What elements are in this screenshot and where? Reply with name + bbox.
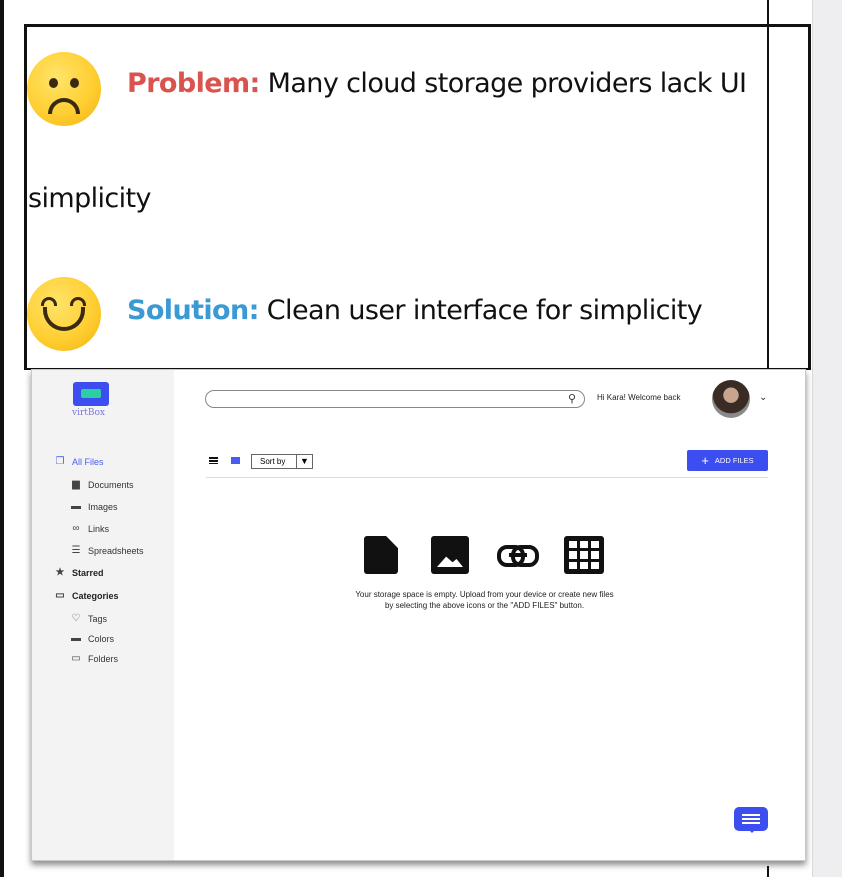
sidebar-item-label: Starred	[72, 567, 104, 578]
problem-label: Problem:	[127, 68, 260, 99]
search-input[interactable]: ⚲	[205, 390, 585, 408]
list-view-icon[interactable]	[209, 457, 218, 464]
sidebar-item-documents[interactable]: ▆ Documents	[70, 479, 134, 490]
empty-state-line-2: by selecting the above icons or the "ADD…	[384, 601, 585, 610]
sidebar-item-tags[interactable]: ♡ Tags	[70, 613, 108, 624]
plus-icon: +	[701, 453, 709, 468]
sidebar-item-all-files[interactable]: ❐ All Files	[54, 456, 104, 467]
page-top-divider	[767, 0, 769, 26]
sidebar-item-label: Folders	[88, 653, 119, 664]
sidebar-item-label: Documents	[88, 479, 134, 490]
solution-label: Solution:	[127, 295, 259, 326]
spreadsheet-icon: ☰	[71, 545, 81, 556]
solution-statement: Solution: Clean user interface for simpl…	[127, 295, 703, 326]
sidebar-item-label: All Files	[72, 456, 104, 467]
sidebar-item-links[interactable]: ∞ Links	[70, 523, 109, 534]
chat-icon[interactable]	[734, 807, 768, 833]
sort-by-label: Sort by	[260, 457, 286, 466]
sidebar-item-label: Categories	[72, 590, 119, 601]
document-icon[interactable]	[364, 536, 398, 574]
avatar[interactable]	[712, 380, 750, 418]
sidebar-item-label: Spreadsheets	[88, 545, 144, 556]
page-left-border	[0, 0, 4, 877]
toolbar-divider	[206, 477, 768, 478]
right-gutter	[812, 0, 842, 877]
palette-icon: ▬	[71, 633, 81, 644]
sidebar-item-colors[interactable]: ▬ Colors	[70, 633, 114, 644]
virtbox-logo-icon[interactable]	[73, 382, 109, 406]
sort-by-select[interactable]: Sort by ▼	[251, 454, 313, 469]
sidebar-item-label: Tags	[88, 613, 108, 624]
search-icon[interactable]: ⚲	[568, 392, 576, 405]
chevron-down-icon[interactable]: ⌄	[759, 392, 767, 403]
link-icon: ∞	[72, 523, 80, 534]
spreadsheet-icon[interactable]	[564, 536, 604, 574]
folder-icon: ▭	[71, 653, 81, 664]
sidebar-item-starred[interactable]: ★ Starred	[54, 567, 104, 578]
add-files-label: ADD FILES	[714, 456, 754, 465]
tag-icon: ♡	[71, 613, 81, 624]
sidebar-item-folders[interactable]: ▭ Folders	[70, 653, 118, 664]
problem-statement: Problem: Many cloud storage providers la…	[127, 68, 747, 99]
sidebar-item-label: Links	[88, 523, 110, 534]
logo-text: virtBox	[72, 408, 105, 418]
empty-state-line-1: Your storage space is empty. Upload from…	[355, 590, 614, 599]
category-icon: ▭	[55, 590, 65, 601]
image-icon[interactable]	[431, 536, 469, 574]
sad-face-icon	[27, 52, 101, 126]
sidebar: virtBox ❐ All Files ▆ Documents ▬ Images ∞ L…	[32, 370, 174, 860]
problem-text: Many cloud storage providers lack UI	[259, 68, 747, 99]
sidebar-item-categories[interactable]: ▭ Categories	[54, 590, 119, 601]
image-icon: ▬	[71, 501, 81, 512]
problem-text-continued: simplicity	[28, 183, 152, 214]
app-screenshot: virtBox ❐ All Files ▆ Documents ▬ Images ∞ L…	[31, 369, 806, 861]
sidebar-item-images[interactable]: ▬ Images	[70, 501, 118, 512]
link-icon-bar	[509, 553, 527, 557]
star-icon: ★	[55, 567, 65, 578]
smiling-face-icon	[27, 277, 101, 351]
add-files-button[interactable]: + ADD FILES	[687, 450, 768, 471]
sidebar-item-label: Images	[88, 501, 118, 512]
welcome-text: Hi Kara! Welcome back	[597, 393, 681, 402]
sidebar-item-spreadsheets[interactable]: ☰ Spreadsheets	[70, 545, 144, 556]
grid-view-icon[interactable]	[231, 457, 240, 464]
empty-state-message: Your storage space is empty. Upload from…	[212, 589, 757, 611]
sidebar-item-label: Colors	[88, 633, 115, 644]
caret-down-icon: ▼	[296, 455, 312, 468]
document-icon: ▆	[72, 479, 80, 490]
solution-text: Clean user interface for simplicity	[258, 295, 703, 326]
page-bottom-divider	[767, 866, 769, 877]
files-icon: ❐	[55, 456, 65, 467]
description-column-divider	[767, 26, 769, 370]
